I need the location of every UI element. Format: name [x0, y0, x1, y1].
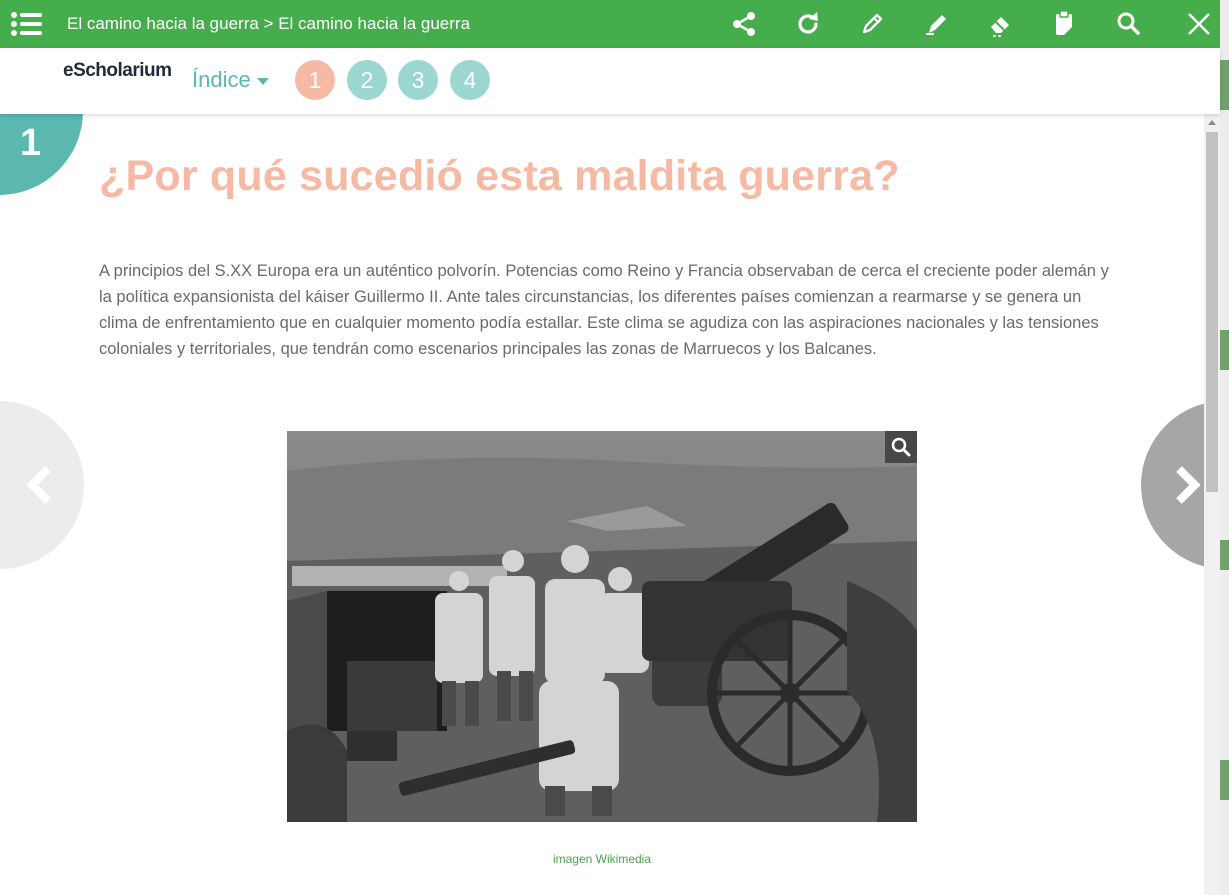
- lesson-content: 1 ¿Por qué sucedió esta maldita guerra? …: [0, 114, 1204, 895]
- pencil-icon[interactable]: [857, 9, 887, 39]
- share-icon[interactable]: [729, 9, 759, 39]
- chevron-right-icon: [1176, 466, 1201, 504]
- historical-photo[interactable]: [287, 431, 917, 822]
- artillery-photo-illustration: [287, 431, 917, 822]
- body-paragraph: A principios del S.XX Europa era un auté…: [99, 262, 1109, 358]
- next-page-button[interactable]: [1141, 401, 1204, 569]
- image-caption[interactable]: imagen Wikimedia: [0, 852, 1204, 866]
- close-icon[interactable]: [1184, 9, 1214, 39]
- section-badge: [0, 114, 83, 195]
- caret-down-icon: [256, 77, 269, 85]
- page-button-4[interactable]: 4: [450, 60, 490, 100]
- menu-list-icon[interactable]: [10, 10, 44, 38]
- page-button-3[interactable]: 3: [398, 60, 438, 100]
- background-window-edge: [1220, 0, 1229, 895]
- zoom-magnifier-icon: [891, 437, 911, 457]
- page-button-1[interactable]: 1: [295, 60, 335, 100]
- index-label: Índice: [192, 67, 251, 92]
- scroll-up-arrow-icon[interactable]: [1208, 120, 1216, 125]
- search-icon[interactable]: [1113, 9, 1143, 39]
- top-toolbar: El camino hacia la guerra > El camino ha…: [0, 0, 1220, 48]
- page-button-2[interactable]: 2: [347, 60, 387, 100]
- vertical-scrollbar[interactable]: [1204, 114, 1220, 895]
- index-dropdown[interactable]: Índice: [192, 67, 269, 93]
- scrollbar-thumb[interactable]: [1206, 132, 1218, 492]
- chevron-left-icon: [26, 466, 51, 504]
- eraser-icon[interactable]: [985, 9, 1015, 39]
- image-zoom-button[interactable]: [885, 431, 917, 463]
- previous-page-button[interactable]: [0, 401, 84, 569]
- section-number: 1: [20, 122, 42, 164]
- refresh-icon[interactable]: [793, 9, 823, 39]
- page-navigation: eScholarium Índice 1 2 3 4: [0, 48, 1220, 114]
- clipboard-icon[interactable]: [1049, 9, 1079, 39]
- page-title: ¿Por qué sucedió esta maldita guerra?: [99, 152, 900, 200]
- escholarium-logo: eScholarium: [63, 60, 172, 81]
- marker-icon[interactable]: [921, 9, 951, 39]
- breadcrumb: El camino hacia la guerra > El camino ha…: [67, 14, 471, 33]
